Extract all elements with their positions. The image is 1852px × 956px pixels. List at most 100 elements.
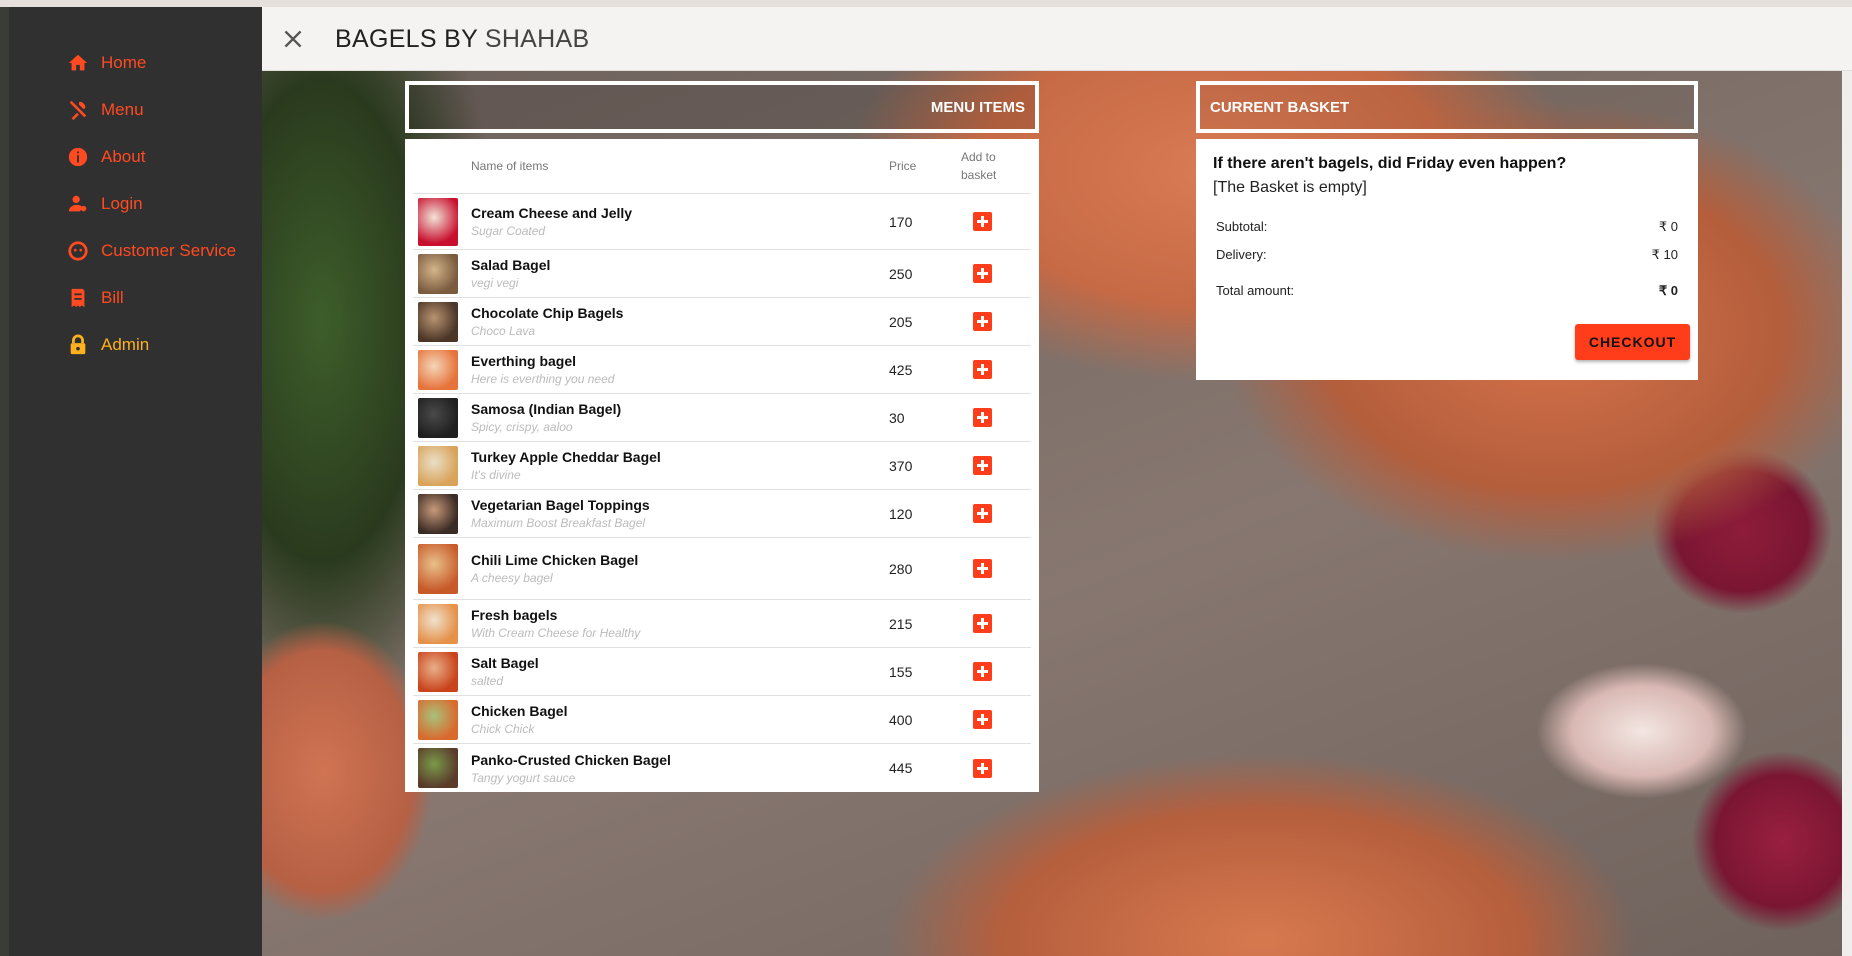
basket-tagline: If there aren't bagels, did Friday even … bbox=[1213, 155, 1567, 172]
delivery-row: Delivery: ₹ 10 bbox=[1213, 247, 1681, 263]
add-to-basket-button[interactable] bbox=[973, 212, 992, 231]
item-price: 120 bbox=[889, 505, 913, 522]
brand-part2: SHAHAB bbox=[484, 25, 590, 53]
add-to-basket-button[interactable] bbox=[973, 360, 992, 379]
item-name: Panko-Crusted Chicken Bagel bbox=[471, 751, 671, 768]
add-to-basket-button[interactable] bbox=[973, 264, 992, 283]
nav-label: Bill bbox=[101, 288, 124, 307]
item-price: 370 bbox=[889, 457, 913, 474]
item-thumbnail bbox=[418, 397, 458, 438]
nav-item-about[interactable]: About bbox=[67, 139, 145, 175]
item-name: Chicken Bagel bbox=[471, 703, 568, 719]
item-description: It's divine bbox=[471, 468, 521, 482]
table-row: Turkey Apple Cheddar Bagel It's divine 370 bbox=[413, 442, 1031, 490]
item-description: vegi vegi bbox=[471, 276, 519, 290]
nav-item-bill[interactable]: Bill bbox=[67, 280, 124, 316]
item-description: Tangy yogurt sauce bbox=[471, 770, 576, 785]
total-value: ₹ 0 bbox=[1658, 283, 1678, 298]
basket-empty-text: [The Basket is empty] bbox=[1213, 179, 1367, 196]
nav-item-menu[interactable]: Menu bbox=[67, 92, 144, 128]
subtotal-row: Subtotal: ₹ 0 bbox=[1213, 219, 1681, 235]
table-row: Cream Cheese and Jelly Sugar Coated 170 bbox=[413, 194, 1031, 250]
item-description: Sugar Coated bbox=[471, 224, 546, 238]
item-price: 155 bbox=[889, 663, 913, 680]
table-row: Salt Bagel salted 155 bbox=[413, 648, 1031, 696]
close-icon[interactable] bbox=[280, 26, 306, 52]
subtotal-label: Subtotal: bbox=[1216, 219, 1268, 234]
item-description: A cheesy bagel bbox=[471, 571, 553, 585]
window-right-edge bbox=[1842, 71, 1852, 956]
item-thumbnail bbox=[418, 543, 458, 594]
menu-header: MENU ITEMS bbox=[405, 81, 1039, 133]
nav-label: About bbox=[101, 147, 146, 166]
item-description: Here is everthing you need bbox=[471, 372, 615, 386]
table-row: Panko-Crusted Chicken Bagel Tangy yogurt … bbox=[413, 744, 1031, 792]
add-to-basket-button[interactable] bbox=[973, 312, 992, 331]
item-price: 170 bbox=[889, 213, 913, 230]
nav-item-admin[interactable]: Admin bbox=[67, 327, 149, 363]
home-icon bbox=[68, 54, 88, 71]
total-row: Total amount: ₹ 0 bbox=[1213, 283, 1681, 299]
basket-body: If there aren't bagels, did Friday even … bbox=[1196, 139, 1698, 380]
add-to-basket-button[interactable] bbox=[973, 456, 992, 475]
item-description: Choco Lava bbox=[471, 324, 536, 338]
item-thumbnail bbox=[418, 301, 458, 342]
item-description: Maximum Boost Breakfast Bagel bbox=[471, 516, 646, 530]
table-row: Chicken Bagel Chick Chick 400 bbox=[413, 696, 1031, 744]
utensils-icon bbox=[69, 100, 87, 121]
table-row: Chili Lime Chicken Bagel A cheesy bagel 28… bbox=[413, 538, 1031, 600]
add-to-basket-button[interactable] bbox=[973, 710, 992, 729]
nav-item-home[interactable]: Home bbox=[67, 45, 146, 81]
item-name: Chocolate Chip Bagels bbox=[471, 305, 624, 321]
column-add: Add to basket bbox=[961, 150, 997, 182]
table-row: Fresh bagels With Cream Cheese for Health… bbox=[413, 600, 1031, 648]
nav-label: Menu bbox=[101, 100, 144, 119]
info-icon bbox=[68, 147, 88, 167]
window-left-edge bbox=[0, 7, 9, 956]
item-description: salted bbox=[471, 674, 504, 688]
item-thumbnail bbox=[418, 603, 458, 644]
item-price: 205 bbox=[889, 313, 913, 330]
add-to-basket-button[interactable] bbox=[973, 758, 992, 778]
add-to-basket-button[interactable] bbox=[973, 614, 992, 633]
item-thumbnail bbox=[418, 651, 458, 692]
add-to-basket-button[interactable] bbox=[973, 662, 992, 681]
item-thumbnail bbox=[418, 253, 458, 294]
brand-title: BAGELS BY SHAHAB bbox=[335, 25, 589, 54]
item-price: 215 bbox=[889, 615, 913, 632]
menu-panel: MENU ITEMS Name of items Price Add to ba… bbox=[405, 81, 1039, 792]
item-name: Salad Bagel bbox=[471, 257, 551, 273]
item-name: Samosa (Indian Bagel) bbox=[471, 401, 622, 417]
nav-item-login[interactable]: Login bbox=[67, 186, 143, 222]
item-price: 425 bbox=[889, 361, 913, 378]
column-name: Name of items bbox=[471, 159, 549, 173]
item-name: Vegetarian Bagel Toppings bbox=[471, 497, 650, 513]
table-header: Name of items Price Add to basket bbox=[413, 139, 1031, 194]
item-thumbnail bbox=[418, 197, 458, 246]
nav-label: Home bbox=[101, 53, 147, 72]
item-name: Cream Cheese and Jelly bbox=[471, 205, 633, 221]
item-description: Chick Chick bbox=[471, 722, 535, 736]
receipt-icon bbox=[71, 288, 85, 308]
top-header: BAGELS BY SHAHAB bbox=[262, 7, 1852, 71]
add-to-basket-button[interactable] bbox=[973, 408, 992, 427]
menu-rows: Cream Cheese and Jelly Sugar Coated 170 Sal… bbox=[413, 194, 1031, 792]
nav-label: Customer Service bbox=[101, 241, 237, 260]
item-thumbnail bbox=[418, 349, 458, 390]
add-to-basket-button[interactable] bbox=[973, 504, 992, 523]
table-row: Vegetarian Bagel Toppings Maximum Boost B… bbox=[413, 490, 1031, 538]
brand-part1: BAGELS BY bbox=[335, 25, 478, 53]
item-thumbnail bbox=[418, 493, 458, 534]
item-name: Fresh bagels bbox=[471, 607, 558, 623]
item-price: 445 bbox=[889, 760, 913, 776]
nav-item-customer-service[interactable]: Customer Service bbox=[67, 233, 236, 269]
checkout-button[interactable]: CHECKOUT bbox=[1575, 324, 1690, 360]
nav-label: Admin bbox=[101, 335, 150, 354]
add-to-basket-button[interactable] bbox=[973, 559, 992, 578]
item-name: Turkey Apple Cheddar Bagel bbox=[471, 449, 661, 465]
delivery-value: ₹ 10 bbox=[1651, 247, 1678, 262]
lock-icon bbox=[70, 334, 86, 355]
item-price: 280 bbox=[889, 560, 913, 577]
table-row: Salad Bagel vegi vegi 250 bbox=[413, 250, 1031, 298]
item-name: Chili Lime Chicken Bagel bbox=[471, 552, 639, 568]
